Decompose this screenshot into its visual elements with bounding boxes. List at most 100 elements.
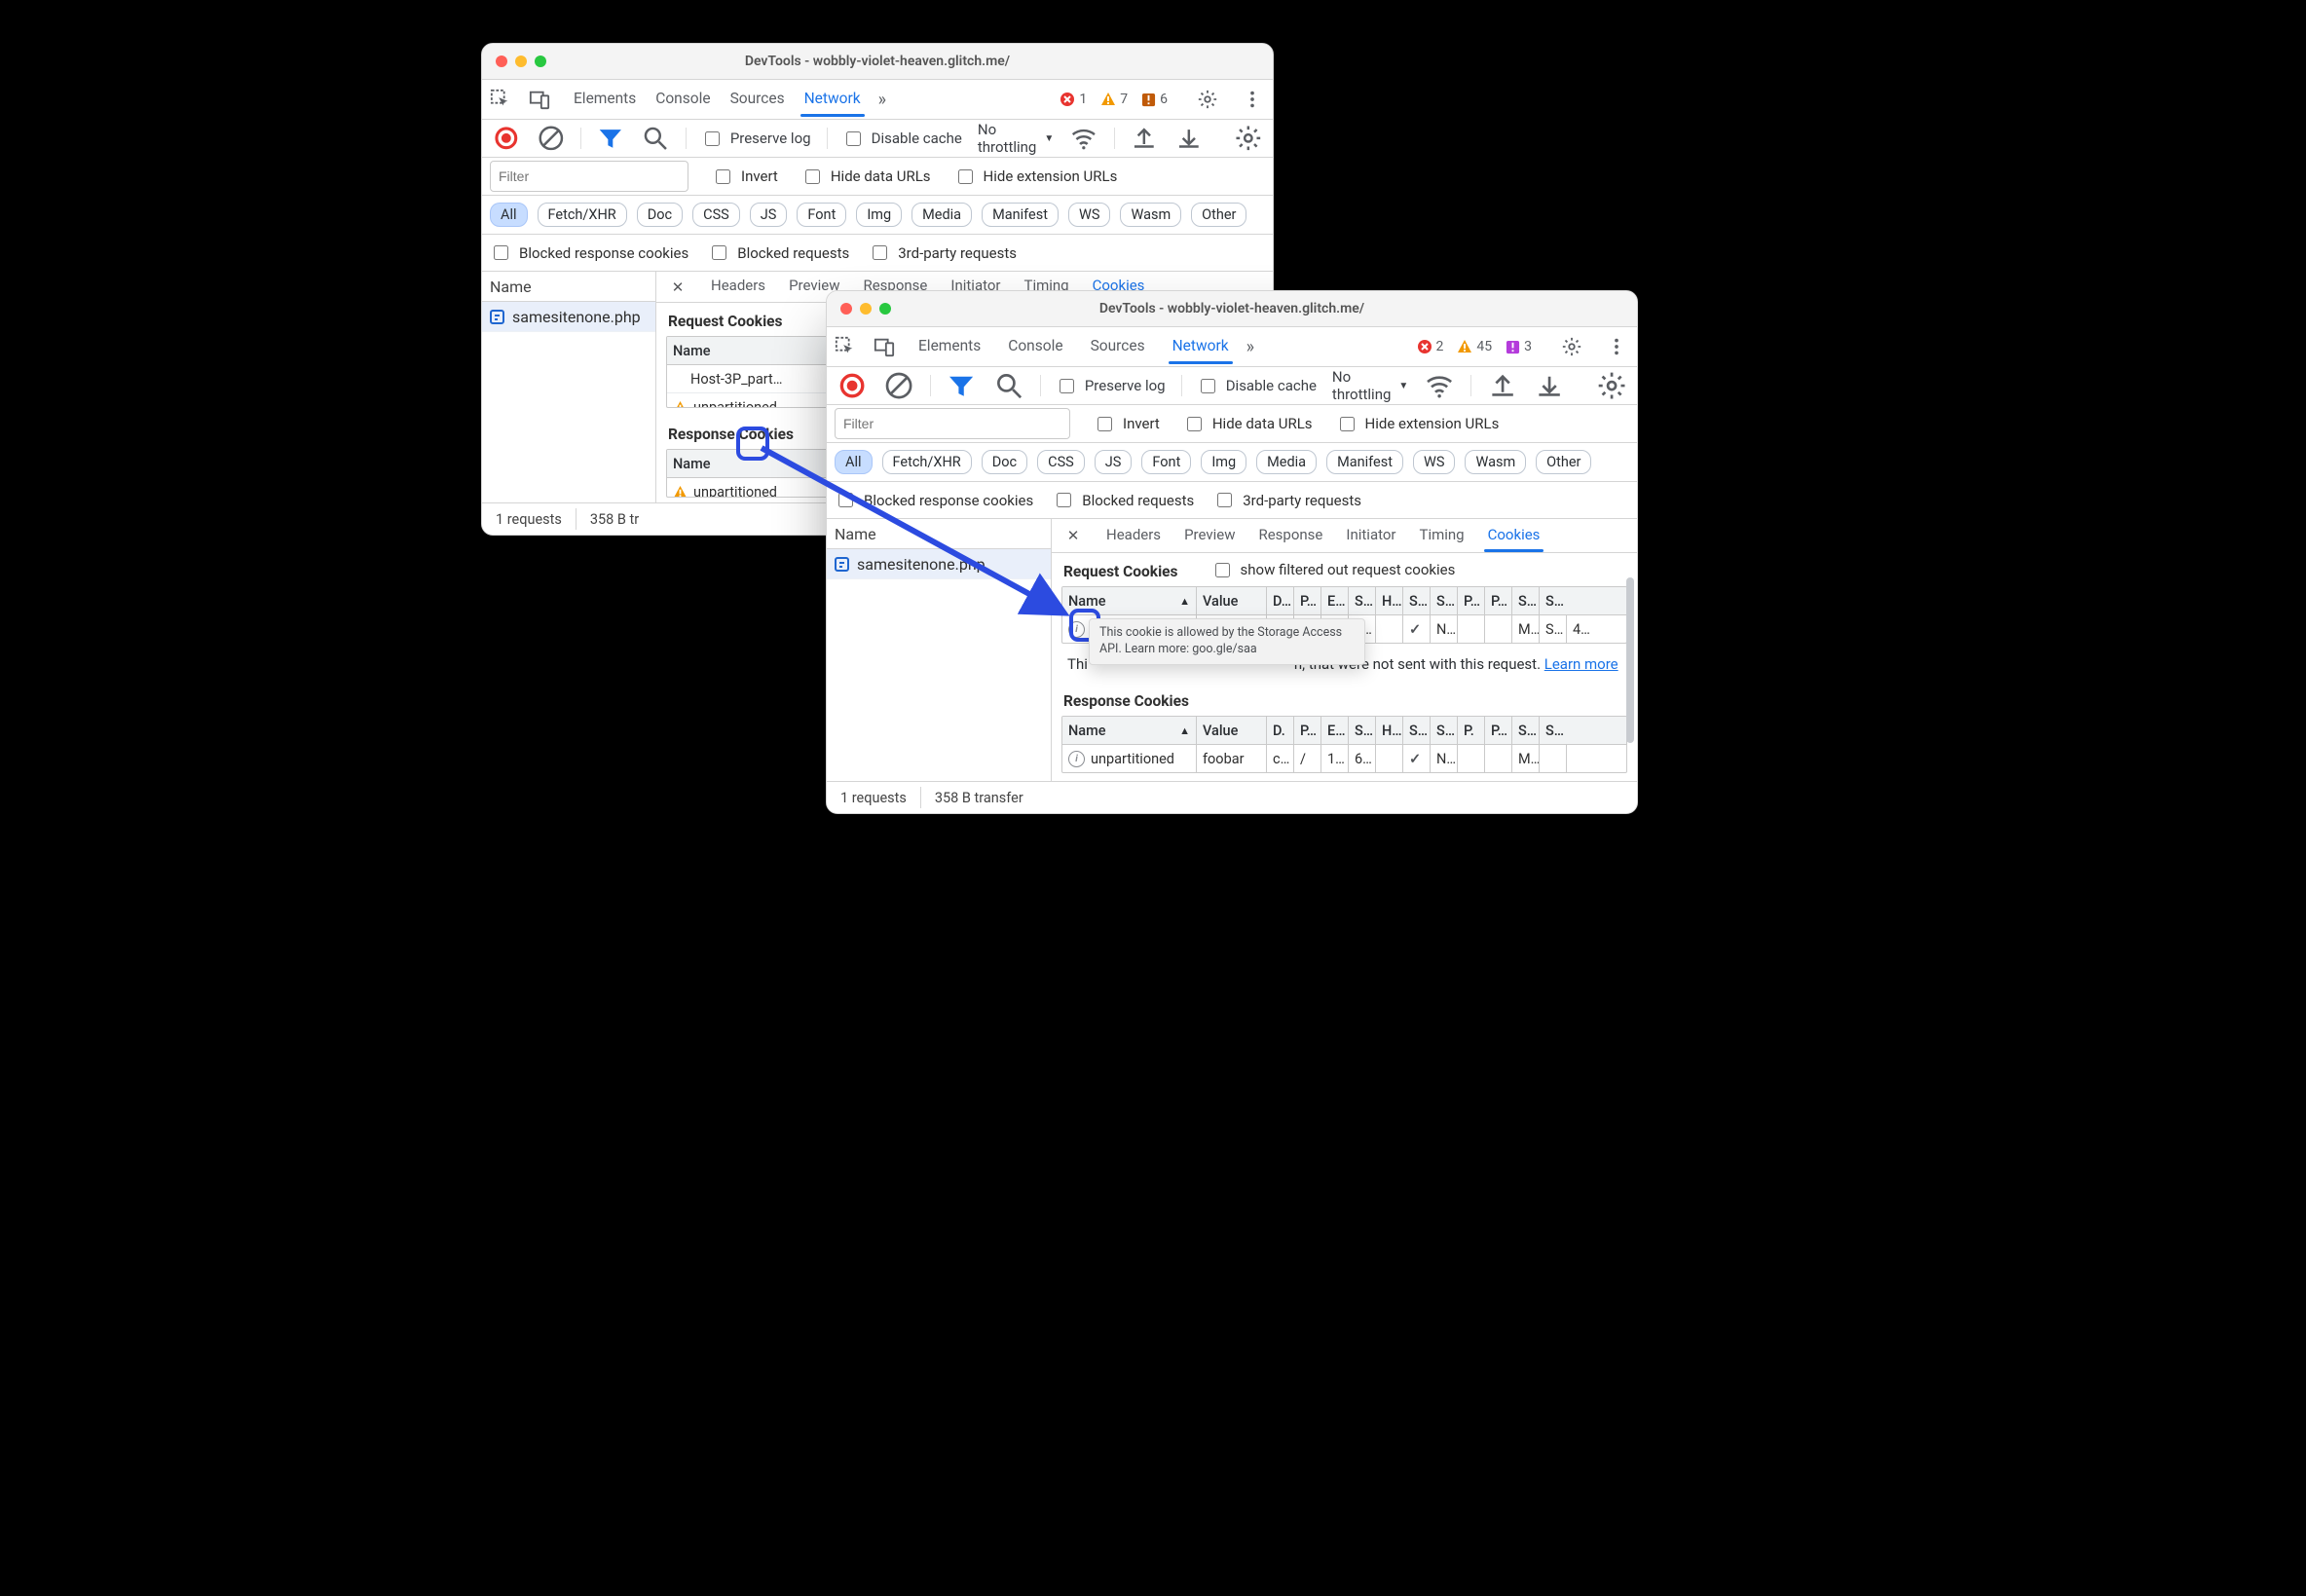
pill-fetch[interactable]: Fetch/XHR bbox=[538, 203, 627, 227]
request-row[interactable]: samesitenone.php bbox=[827, 549, 1051, 579]
window-traffic-lights[interactable] bbox=[496, 56, 546, 67]
pill-other[interactable]: Other bbox=[1191, 203, 1246, 227]
minimize-icon[interactable] bbox=[860, 303, 872, 315]
throttling-select[interactable]: No throttling▼ bbox=[978, 121, 1054, 156]
scrollbar-track[interactable] bbox=[1626, 577, 1634, 751]
tab-initiator[interactable]: Initiator bbox=[1346, 521, 1395, 551]
tab-timing[interactable]: Timing bbox=[1420, 521, 1465, 551]
hide-data-urls-checkbox[interactable]: Hide data URLs bbox=[801, 167, 931, 187]
inspect-icon[interactable] bbox=[490, 89, 511, 110]
disable-cache-checkbox[interactable]: Disable cache bbox=[842, 129, 962, 149]
pill-media[interactable]: Media bbox=[1256, 450, 1317, 474]
clear-icon[interactable] bbox=[537, 124, 566, 153]
invert-checkbox[interactable]: Invert bbox=[1094, 414, 1160, 434]
request-list-header[interactable]: Name bbox=[482, 272, 655, 302]
show-filtered-checkbox[interactable]: show filtered out request cookies bbox=[1211, 560, 1456, 580]
device-toolbar-icon[interactable] bbox=[529, 89, 550, 110]
search-icon[interactable] bbox=[641, 124, 670, 153]
pill-doc[interactable]: Doc bbox=[637, 203, 683, 227]
tab-console[interactable]: Console bbox=[1008, 331, 1062, 363]
zoom-icon[interactable] bbox=[879, 303, 891, 315]
pill-img[interactable]: Img bbox=[856, 203, 902, 227]
disable-cache-checkbox[interactable]: Disable cache bbox=[1197, 376, 1317, 396]
pill-all[interactable]: All bbox=[490, 203, 528, 227]
pill-fetch[interactable]: Fetch/XHR bbox=[882, 450, 972, 474]
tab-network[interactable]: Network bbox=[1172, 331, 1229, 363]
tab-headers[interactable]: Headers bbox=[1106, 521, 1161, 551]
settings-icon[interactable] bbox=[1561, 336, 1582, 357]
third-party-checkbox[interactable]: 3rd-party requests bbox=[869, 242, 1017, 263]
tab-network[interactable]: Network bbox=[804, 84, 861, 116]
device-toolbar-icon[interactable] bbox=[874, 336, 895, 357]
blocked-response-cookies-checkbox[interactable]: Blocked response cookies bbox=[490, 242, 688, 263]
pill-css[interactable]: CSS bbox=[1037, 450, 1085, 474]
preserve-log-checkbox[interactable]: Preserve log bbox=[1056, 376, 1166, 396]
pill-manifest[interactable]: Manifest bbox=[1326, 450, 1403, 474]
more-tabs-icon[interactable]: » bbox=[878, 90, 886, 110]
record-icon[interactable] bbox=[492, 124, 521, 153]
filter-toggle-icon[interactable] bbox=[596, 124, 625, 153]
upload-har-icon[interactable] bbox=[1487, 370, 1518, 401]
throttling-select[interactable]: No throttling▼ bbox=[1332, 368, 1408, 403]
learn-more-link[interactable]: Learn more bbox=[1544, 655, 1618, 673]
pill-other[interactable]: Other bbox=[1536, 450, 1591, 474]
preserve-log-checkbox[interactable]: Preserve log bbox=[701, 129, 811, 149]
search-icon[interactable] bbox=[993, 370, 1024, 401]
pill-manifest[interactable]: Manifest bbox=[982, 203, 1059, 227]
tab-response[interactable]: Response bbox=[1258, 521, 1322, 551]
blocked-requests-checkbox[interactable]: Blocked requests bbox=[708, 242, 849, 263]
upload-har-icon[interactable] bbox=[1130, 124, 1159, 153]
clear-icon[interactable] bbox=[883, 370, 914, 401]
pill-js[interactable]: JS bbox=[750, 203, 788, 227]
close-icon[interactable] bbox=[840, 303, 852, 315]
pill-media[interactable]: Media bbox=[911, 203, 972, 227]
pill-font[interactable]: Font bbox=[797, 203, 846, 227]
tab-sources[interactable]: Sources bbox=[1091, 331, 1145, 363]
filter-input[interactable] bbox=[490, 161, 688, 192]
pill-wasm[interactable]: Wasm bbox=[1120, 203, 1181, 227]
window-traffic-lights[interactable] bbox=[840, 303, 891, 315]
inspect-icon[interactable] bbox=[835, 336, 856, 357]
blocked-requests-checkbox[interactable]: Blocked requests bbox=[1053, 490, 1194, 510]
more-icon[interactable] bbox=[1606, 336, 1627, 357]
tab-console[interactable]: Console bbox=[655, 84, 710, 116]
network-conditions-icon[interactable] bbox=[1424, 370, 1455, 401]
tab-sources[interactable]: Sources bbox=[730, 84, 785, 116]
close-icon[interactable] bbox=[496, 56, 507, 67]
tab-elements[interactable]: Elements bbox=[574, 84, 636, 116]
record-icon[interactable] bbox=[837, 370, 868, 401]
settings-icon[interactable] bbox=[1197, 89, 1218, 110]
close-detail-icon[interactable]: ✕ bbox=[1063, 527, 1083, 544]
invert-checkbox[interactable]: Invert bbox=[712, 167, 778, 187]
download-har-icon[interactable] bbox=[1534, 370, 1565, 401]
network-settings-icon[interactable] bbox=[1234, 124, 1263, 153]
tab-cookies[interactable]: Cookies bbox=[1488, 521, 1541, 551]
third-party-checkbox[interactable]: 3rd-party requests bbox=[1213, 490, 1361, 510]
hide-ext-urls-checkbox[interactable]: Hide extension URLs bbox=[1336, 414, 1500, 434]
filter-toggle-icon[interactable] bbox=[946, 370, 977, 401]
tab-headers[interactable]: Headers bbox=[711, 272, 765, 302]
close-detail-icon[interactable]: ✕ bbox=[668, 278, 688, 296]
status-counts[interactable]: 2 45 3 bbox=[1417, 339, 1533, 354]
pill-font[interactable]: Font bbox=[1141, 450, 1191, 474]
pill-img[interactable]: Img bbox=[1201, 450, 1246, 474]
blocked-response-cookies-checkbox[interactable]: Blocked response cookies bbox=[835, 490, 1033, 510]
download-har-icon[interactable] bbox=[1174, 124, 1204, 153]
pill-all[interactable]: All bbox=[835, 450, 873, 474]
tab-preview[interactable]: Preview bbox=[1184, 521, 1235, 551]
pill-css[interactable]: CSS bbox=[692, 203, 740, 227]
pill-doc[interactable]: Doc bbox=[982, 450, 1027, 474]
pill-ws[interactable]: WS bbox=[1068, 203, 1110, 227]
network-settings-icon[interactable] bbox=[1596, 370, 1627, 401]
filter-input[interactable] bbox=[835, 408, 1070, 439]
hide-data-urls-checkbox[interactable]: Hide data URLs bbox=[1183, 414, 1313, 434]
pill-wasm[interactable]: Wasm bbox=[1465, 450, 1526, 474]
pill-js[interactable]: JS bbox=[1095, 450, 1133, 474]
hide-ext-urls-checkbox[interactable]: Hide extension URLs bbox=[954, 167, 1118, 187]
minimize-icon[interactable] bbox=[515, 56, 527, 67]
more-tabs-icon[interactable]: » bbox=[1246, 337, 1254, 357]
scrollbar-thumb[interactable] bbox=[1626, 577, 1634, 743]
network-conditions-icon[interactable] bbox=[1069, 124, 1098, 153]
request-list-header[interactable]: Name bbox=[827, 519, 1051, 549]
response-cookies-table[interactable]: Name▲ValueD.P…E…S…H…S…S…P.P…S…S… iunpart… bbox=[1061, 716, 1627, 773]
